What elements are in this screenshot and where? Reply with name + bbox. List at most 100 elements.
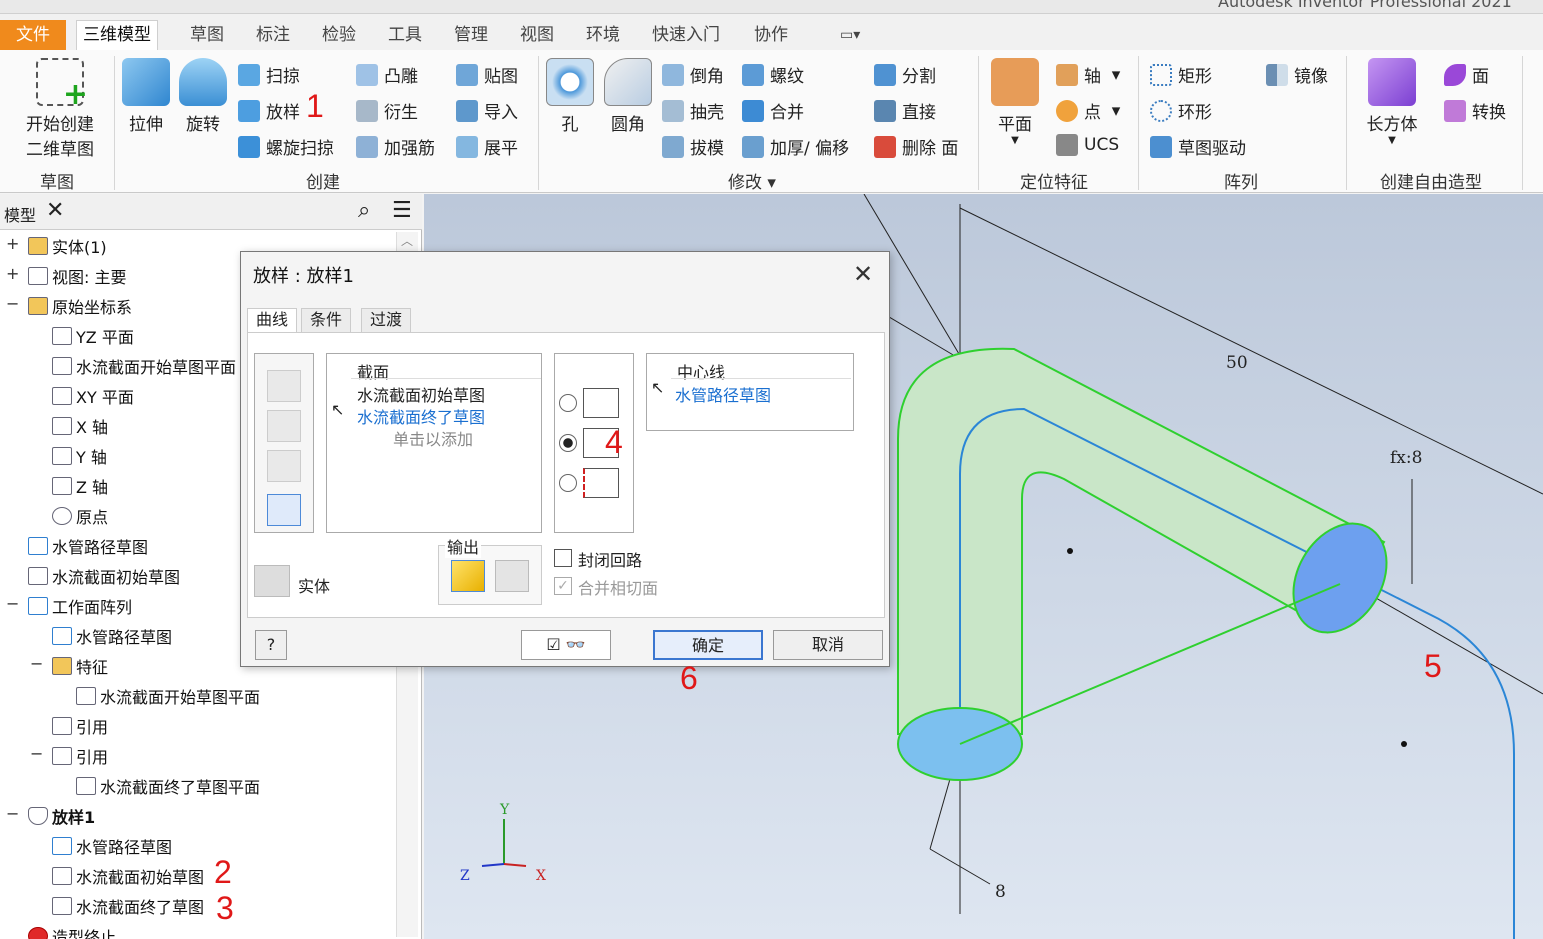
tab-3d-model[interactable]: 三维模型: [76, 20, 158, 51]
import-button[interactable]: 导入: [456, 98, 518, 123]
tab-curves[interactable]: 曲线: [247, 308, 298, 334]
rib-button[interactable]: 加强筋: [356, 134, 435, 159]
chamfer-button[interactable]: 倒角: [662, 62, 724, 87]
combine-button[interactable]: 合并: [742, 98, 804, 123]
tree-item-solid-bodies[interactable]: 实体(1): [28, 235, 107, 257]
tree-item-work-plane-pattern[interactable]: 工作面阵列: [28, 595, 132, 617]
freeform-box-button[interactable]: 长方体 ▼: [1356, 58, 1428, 146]
thicken-button[interactable]: 加厚/ 偏移: [742, 134, 849, 159]
start-2d-sketch-button[interactable]: + 开始创建 二维草图: [12, 58, 108, 160]
tab-file[interactable]: 文件: [0, 20, 66, 50]
add-section-icon[interactable]: [267, 494, 301, 526]
sections-list[interactable]: 截面 水流截面初始草图 水流截面终了草图 单击以添加 ↖: [326, 353, 542, 533]
expand-icon[interactable]: +: [6, 264, 19, 283]
tree-item-loft1[interactable]: 放样1: [28, 805, 95, 827]
tab-environments[interactable]: 环境: [580, 22, 626, 50]
tree-item-end-of-part[interactable]: 造型终止: [28, 925, 116, 939]
help-icon[interactable]: ?: [255, 630, 287, 660]
shell-button[interactable]: 抽壳: [662, 98, 724, 123]
tab-collaborate[interactable]: 协作: [748, 22, 794, 50]
tab-sketch[interactable]: 草图: [184, 22, 230, 50]
dimension-50[interactable]: 50: [1226, 353, 1248, 373]
tree-item-yz-plane[interactable]: YZ 平面: [52, 325, 134, 347]
tree-item-y-axis[interactable]: Y 轴: [52, 445, 107, 467]
tree-item-origin-point[interactable]: 原点: [52, 505, 108, 527]
tree-item-occurrence-1[interactable]: 引用: [52, 715, 108, 737]
centerline-item[interactable]: 水管路径草图: [675, 382, 771, 406]
draft-button[interactable]: 拔模: [662, 134, 724, 159]
chevron-up-icon[interactable]: ︿: [401, 232, 413, 249]
coil-button[interactable]: 螺旋扫掠: [238, 134, 334, 159]
radio-center-line[interactable]: [559, 434, 577, 452]
tab-transition[interactable]: 过渡: [361, 308, 412, 332]
point-button[interactable]: 点 ▾: [1056, 98, 1120, 123]
derive-button[interactable]: 衍生: [356, 98, 418, 123]
tab-conditions[interactable]: 条件: [301, 308, 352, 332]
sweep-button[interactable]: 扫掠: [238, 62, 300, 87]
ucs-button[interactable]: UCS: [1056, 134, 1119, 156]
search-icon[interactable]: ⌕: [358, 198, 370, 223]
tree-item-path-sketch[interactable]: 水管路径草图: [28, 535, 148, 557]
tree-item-view[interactable]: 视图: 主要: [28, 265, 126, 287]
tab-get-started[interactable]: 快速入门: [646, 22, 726, 50]
collapse-icon[interactable]: −: [30, 744, 43, 763]
tab-view[interactable]: 视图: [514, 22, 560, 50]
output-surface-icon[interactable]: [495, 560, 529, 592]
dimension-fx8[interactable]: fx:8: [1390, 448, 1422, 468]
ok-button[interactable]: 确定: [653, 630, 763, 660]
sketch-driven-pattern-button[interactable]: 草图驱动: [1150, 134, 1246, 159]
rectangular-pattern-button[interactable]: 矩形: [1150, 62, 1212, 87]
tab-annotate[interactable]: 标注: [250, 22, 296, 50]
freeform-face-button[interactable]: 面: [1444, 62, 1489, 87]
tree-item-origin[interactable]: 原始坐标系: [28, 295, 132, 317]
radio-rails[interactable]: [559, 394, 577, 412]
tab-inspect[interactable]: 检验: [316, 22, 362, 50]
decal-button[interactable]: 贴图: [456, 62, 518, 87]
click-to-add[interactable]: 单击以添加: [393, 426, 473, 450]
circular-pattern-button[interactable]: 环形: [1150, 98, 1212, 123]
split-button[interactable]: 分割: [874, 62, 936, 87]
merge-tangent-checkbox[interactable]: ✓: [554, 577, 572, 595]
mirror-button[interactable]: 镜像: [1266, 62, 1328, 87]
move-down-icon[interactable]: [267, 410, 301, 442]
delete-face-button[interactable]: 删除 面: [874, 134, 958, 159]
output-solid-icon[interactable]: [451, 560, 485, 592]
expand-icon[interactable]: +: [6, 234, 19, 253]
close-icon[interactable]: ✕: [46, 198, 64, 223]
extrude-button[interactable]: 拉伸: [120, 58, 172, 135]
emboss-button[interactable]: 凸雕: [356, 62, 418, 87]
radio-area-loft[interactable]: [559, 474, 577, 492]
hole-button[interactable]: 孔: [544, 58, 596, 135]
solid-select-icon[interactable]: [254, 565, 290, 597]
tab-tools[interactable]: 工具: [382, 22, 428, 50]
freeform-convert-button[interactable]: 转换: [1444, 98, 1506, 123]
tree-item-z-axis[interactable]: Z 轴: [52, 475, 108, 497]
section-item-initial[interactable]: 水流截面初始草图: [357, 382, 485, 406]
tree-item-features[interactable]: 特征: [52, 655, 108, 677]
tab-manage[interactable]: 管理: [448, 22, 494, 50]
tree-item-loft-end-sketch[interactable]: 水流截面终了草图: [52, 895, 204, 917]
axis-button[interactable]: 轴 ▾: [1056, 62, 1120, 87]
unfold-button[interactable]: 展平: [456, 134, 518, 159]
remove-icon[interactable]: [267, 450, 301, 482]
close-icon[interactable]: ✕: [853, 260, 873, 288]
tree-item-loft-path-sketch[interactable]: 水管路径草图: [52, 835, 172, 857]
menu-icon[interactable]: ☰: [392, 198, 412, 223]
tree-item-occurrence-2[interactable]: 引用: [52, 745, 108, 767]
plane-button[interactable]: 平面 ▼: [986, 58, 1044, 146]
tab-overflow-icon[interactable]: ▭▾: [834, 22, 866, 50]
tree-item-initial-section-sketch[interactable]: 水流截面初始草图: [28, 565, 180, 587]
direct-button[interactable]: 直接: [874, 98, 936, 123]
centerline-list[interactable]: 中心线 水管路径草图 ↖: [646, 353, 854, 431]
group-label-modify[interactable]: 修改 ▾: [728, 168, 776, 193]
collapse-icon[interactable]: −: [6, 804, 19, 823]
closed-loop-checkbox[interactable]: [554, 549, 572, 567]
tree-item-x-axis[interactable]: X 轴: [52, 415, 108, 437]
collapse-icon[interactable]: −: [6, 294, 19, 313]
loft-button[interactable]: 放样: [238, 98, 300, 123]
tree-item-section-start-plane[interactable]: 水流截面开始草图平面: [52, 355, 236, 377]
section-item-end[interactable]: 水流截面终了草图: [357, 404, 485, 428]
move-up-icon[interactable]: [267, 370, 301, 402]
thread-button[interactable]: 螺纹: [742, 62, 804, 87]
revolve-button[interactable]: 旋转: [177, 58, 229, 135]
